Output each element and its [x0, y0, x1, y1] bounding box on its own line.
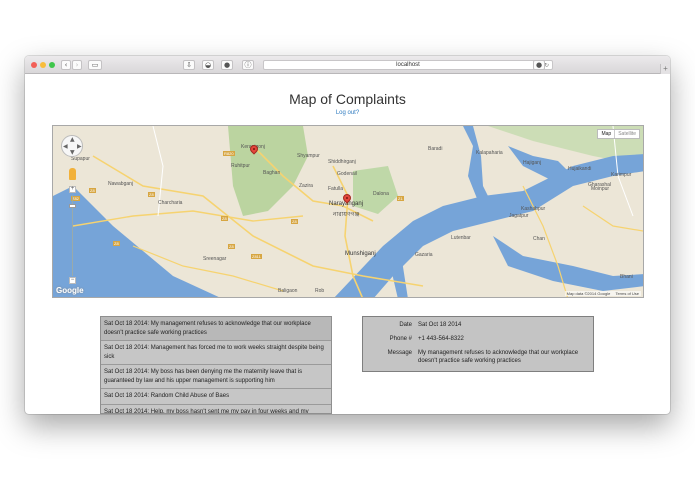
pan-right-icon[interactable]: ▶	[77, 143, 82, 150]
road-number: Z8	[113, 241, 120, 246]
map-attribution: Map data ©2014 Google Terms of Use	[564, 291, 641, 296]
google-logo: Google	[56, 286, 84, 295]
road-number: Z1	[397, 196, 404, 201]
extension-icon[interactable]: ●	[533, 60, 545, 70]
map-label: Godenail	[337, 171, 358, 177]
road-number: Z8	[148, 192, 155, 197]
list-item[interactable]: Sat Oct 18 2014: My management refuses t…	[101, 317, 331, 341]
list-item[interactable]: Sat Oct 18 2014: Management has forced m…	[101, 341, 331, 365]
pan-control[interactable]: ▲ ▼ ◀ ▶	[61, 135, 83, 157]
forward-button[interactable]: ›	[72, 60, 82, 70]
street-view-pegman-icon[interactable]	[69, 168, 76, 180]
road-number: Z8	[228, 244, 235, 249]
map-label: Hajiganj	[523, 160, 542, 166]
map-label: Bhani	[620, 274, 633, 280]
message-value: My management refuses to acknowledge tha…	[418, 350, 579, 364]
road-number: Z8	[89, 188, 96, 193]
pocket-icon[interactable]: ◒	[202, 60, 214, 70]
map-label: Shiddhirganj	[328, 159, 356, 165]
browser-toolbar: ‹ › ▭ ⇩ ◒ ● ⓘ localhost ↻ ● +	[25, 56, 670, 74]
sidebar-toggle-icon[interactable]: ▭	[88, 60, 102, 70]
info-icon[interactable]: ⓘ	[242, 60, 254, 70]
map-label: Nawabganj	[108, 181, 134, 187]
browser-window: ‹ › ▭ ⇩ ◒ ● ⓘ localhost ↻ ● + Map of Com…	[25, 56, 670, 414]
map-label: Zazira	[299, 183, 313, 189]
road-number: Z8	[291, 219, 298, 224]
map-label: Lutenbar	[451, 235, 471, 241]
detail-row-date: Date Sat Oct 18 2014	[363, 321, 593, 329]
address-bar[interactable]: localhost ↻	[263, 60, 553, 70]
map-label: Supapur	[71, 156, 90, 162]
complaints-map[interactable]: Supapur Nawabganj Charcharia Ruhitpur Ba…	[52, 125, 644, 298]
map-label: নারায়ণগঞ্জ	[333, 212, 360, 218]
map-label: Baligaon	[278, 288, 298, 294]
map-type-map-button[interactable]: Map	[598, 130, 614, 138]
logout-link[interactable]: Log out?	[25, 110, 670, 116]
address-text: localhost	[396, 62, 420, 68]
detail-row-message: Message My management refuses to acknowl…	[363, 349, 593, 365]
road-number: R820	[223, 151, 235, 156]
map-type-satellite-button[interactable]: Satellite	[614, 130, 639, 138]
zoom-slider-handle[interactable]	[69, 204, 76, 208]
map-label: Shyampur	[297, 153, 320, 159]
close-window-button[interactable]	[31, 62, 37, 68]
phone-label: Phone #	[389, 336, 412, 342]
map-label: Kashabpur	[521, 206, 546, 212]
phone-value: +1 443-564-8322	[418, 336, 464, 342]
road-number: Z8	[221, 216, 228, 221]
list-item[interactable]: Sat Oct 18 2014: Help, my boss hasn't se…	[101, 404, 331, 413]
page-title: Map of Complaints	[289, 91, 406, 107]
complaints-list: Sat Oct 18 2014: My management refuses t…	[100, 316, 332, 414]
map-label: Ruhitpur	[231, 163, 250, 169]
detail-row-phone: Phone # +1 443-564-8322	[363, 335, 593, 343]
back-button[interactable]: ‹	[61, 60, 71, 70]
map-label: Munshiganj	[345, 251, 376, 257]
zoom-control: + −	[69, 186, 76, 286]
map-label: Sreenagar	[203, 256, 227, 262]
map-label: Moinpur	[591, 186, 610, 192]
map-data-credit: Map data ©2014 Google	[566, 291, 611, 296]
terms-of-use-link[interactable]: Terms of Use	[615, 291, 639, 296]
map-label: Chan	[533, 236, 545, 242]
map-label: Hujaikandi	[568, 166, 592, 172]
new-tab-button[interactable]: +	[660, 64, 670, 74]
map-label: Karimpur	[611, 172, 632, 178]
map-label: Kalapaharia	[476, 150, 503, 156]
list-item[interactable]: Sat Oct 18 2014: My boss has been denyin…	[101, 365, 331, 389]
list-item[interactable]: Sat Oct 18 2014: Random Child Abuse of B…	[101, 389, 331, 405]
map-type-control: Map Satellite	[597, 129, 640, 139]
zoom-in-button[interactable]: +	[69, 186, 76, 193]
map-label: Jagatpur	[509, 213, 529, 219]
map-label: Baghan	[263, 170, 281, 176]
zoom-window-button[interactable]	[49, 62, 55, 68]
pan-down-icon[interactable]: ▼	[70, 149, 75, 156]
road-number: Z811	[251, 254, 262, 259]
map-label: Fatulla	[328, 186, 344, 192]
date-value: Sat Oct 18 2014	[418, 322, 462, 328]
map-label: Gazaria	[415, 252, 433, 258]
map-label: Rob	[315, 288, 325, 294]
map-label: Dalona	[373, 191, 389, 197]
download-icon[interactable]: ⇩	[183, 60, 195, 70]
message-label: Message	[387, 350, 412, 356]
pan-left-icon[interactable]: ◀	[63, 143, 68, 150]
pan-up-icon[interactable]: ▲	[70, 136, 75, 143]
complaint-detail-panel: Date Sat Oct 18 2014 Phone # +1 443-564-…	[362, 316, 594, 372]
zoom-out-button[interactable]: −	[69, 277, 76, 284]
map-label: Charcharia	[158, 200, 183, 206]
map-label: Baradi	[428, 146, 443, 152]
minimize-window-button[interactable]	[40, 62, 46, 68]
date-label: Date	[399, 322, 412, 328]
privacy-icon[interactable]: ●	[221, 60, 233, 70]
